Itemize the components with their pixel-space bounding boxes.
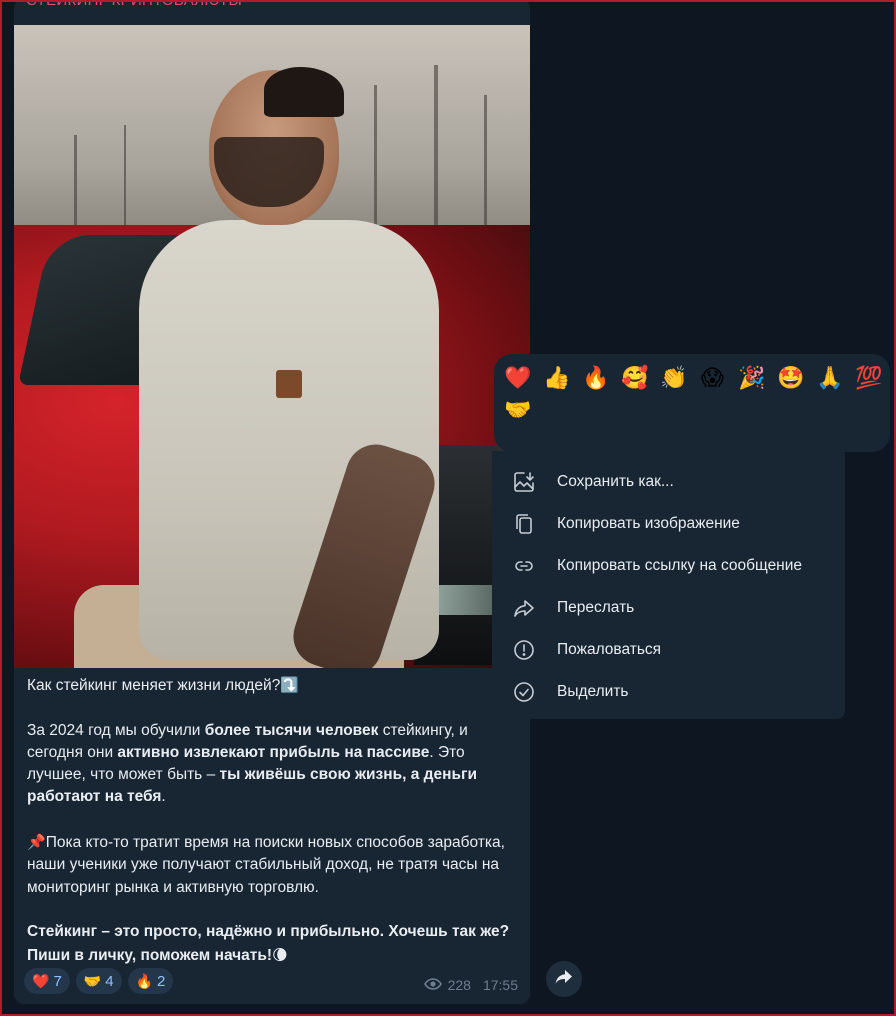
menu-item-report[interactable]: Пожаловаться — [492, 629, 845, 671]
reaction-option-handshake[interactable]: 🤝 — [504, 398, 531, 424]
message-bubble[interactable]: СТЕЙКИНГ КРИПТОВАЛЮТЫ Как стейкинг меняе… — [14, 2, 530, 1004]
share-icon — [555, 969, 573, 989]
app-window: СТЕЙКИНГ КРИПТОВАЛЮТЫ Как стейкинг меняе… — [0, 0, 896, 1016]
message-time: 17:55 — [482, 977, 518, 993]
fire-icon: 🔥 — [135, 972, 153, 989]
share-button[interactable] — [546, 961, 582, 997]
reaction-option-smiling-hearts[interactable]: 🥰 — [621, 366, 648, 392]
heart-icon: ❤️ — [32, 972, 50, 989]
message-paragraph-3: Стейкинг – это просто, надёжно и прибыль… — [27, 923, 510, 964]
reaction-option-pray[interactable]: 🙏 — [816, 366, 843, 392]
message-text: Как стейкинг меняет жизни людей?⤵️ За 20… — [27, 674, 522, 989]
menu-item-copy-link[interactable]: Копировать ссылку на сообщение — [492, 545, 845, 587]
reaction-picker-row-1: ❤️ 👍 🔥 🥰 👏 😱 🎉 🤩 🙏 💯 — [504, 366, 882, 392]
menu-item-select[interactable]: Выделить — [492, 671, 845, 713]
channel-name[interactable]: СТЕЙКИНГ КРИПТОВАЛЮТЫ — [26, 2, 242, 9]
copy-icon — [512, 512, 536, 536]
menu-item-forward[interactable]: Переслать — [492, 587, 845, 629]
message-title-line: Как стейкинг меняет жизни людей?⤵️ — [27, 676, 300, 694]
message-reactions: ❤️ 7 🤝 4 🔥 2 — [24, 968, 174, 994]
moon-emoji: 🌘 — [272, 945, 288, 964]
reaction-option-star-eyes[interactable]: 🤩 — [777, 366, 804, 392]
save-image-icon — [512, 470, 536, 494]
context-menu: Сохранить как... Копировать изображение … — [492, 451, 845, 719]
arrow-down-emoji: ⤵️ — [280, 676, 300, 694]
message-photo[interactable] — [14, 25, 530, 668]
reaction-picker: ❤️ 👍 🔥 🥰 👏 😱 🎉 🤩 🙏 💯 🤝 — [494, 354, 890, 452]
pin-emoji: 📌 — [27, 833, 46, 852]
reaction-option-clap[interactable]: 👏 — [660, 366, 687, 392]
reaction-option-fire[interactable]: 🔥 — [582, 366, 609, 392]
views-icon — [423, 977, 442, 993]
views-count: 228 — [447, 977, 471, 993]
reaction-option-party[interactable]: 🎉 — [738, 366, 765, 392]
reaction-handshake[interactable]: 🤝 4 — [75, 968, 122, 994]
reaction-option-heart[interactable]: ❤️ — [504, 366, 531, 392]
reaction-option-scream[interactable]: 😱 — [699, 366, 726, 392]
reaction-heart[interactable]: ❤️ 7 — [24, 968, 70, 994]
link-icon — [512, 554, 536, 578]
reaction-option-thumbs-up[interactable]: 👍 — [543, 366, 570, 392]
reaction-picker-row-2: 🤝 — [504, 398, 531, 424]
forward-icon — [512, 596, 536, 620]
reaction-fire[interactable]: 🔥 2 — [127, 968, 174, 994]
report-icon — [512, 638, 536, 662]
select-icon — [512, 680, 536, 704]
message-meta: 228 17:55 — [423, 977, 518, 993]
handshake-icon: 🤝 — [83, 972, 102, 989]
menu-item-save-as[interactable]: Сохранить как... — [492, 461, 845, 503]
reaction-option-hundred[interactable]: 💯 — [855, 366, 882, 392]
message-paragraph-1: За 2024 год мы обучили более тысячи чело… — [27, 721, 477, 806]
menu-item-copy-image[interactable]: Копировать изображение — [492, 503, 845, 545]
message-paragraph-2: 📌Пока кто-то тратит время на поиски новы… — [27, 833, 505, 896]
